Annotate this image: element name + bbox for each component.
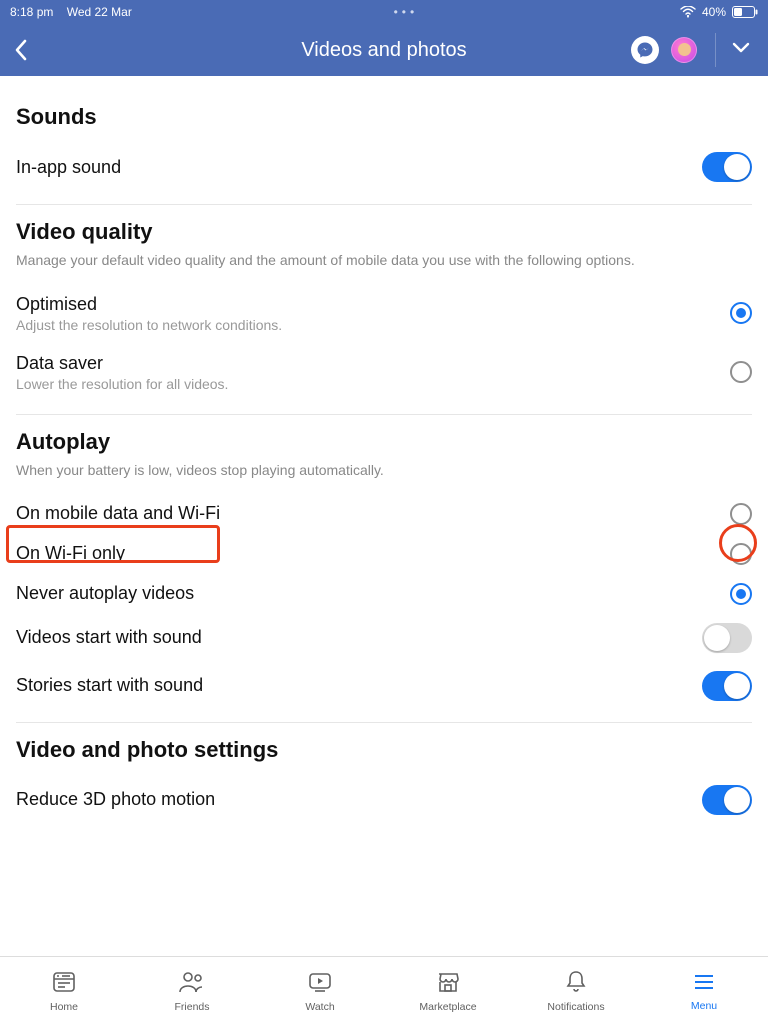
optimised-sub: Adjust the resolution to network conditi… [16,317,720,333]
section-title-video-quality: Video quality [16,219,752,245]
wifi-icon [680,6,696,18]
tab-notifications-label: Notifications [547,1001,604,1013]
autoplay-opt1-label: On mobile data and Wi-Fi [16,503,720,524]
autoplay-opt1-radio[interactable] [730,503,752,525]
stories-sound-label: Stories start with sound [16,675,692,696]
nav-divider [715,33,716,67]
section-sub-autoplay: When your battery is low, videos stop pl… [16,461,752,480]
status-time-date: 8:18 pm Wed 22 Mar [10,5,132,19]
chevron-down-icon[interactable] [728,41,754,59]
row-reduce-3d[interactable]: Reduce 3D photo motion [16,775,752,825]
tab-friends-label: Friends [174,1001,209,1013]
divider [16,414,752,415]
tab-home-label: Home [50,1001,78,1013]
tab-menu-label: Menu [691,1000,717,1012]
row-optimised[interactable]: Optimised Adjust the resolution to netwo… [16,284,752,343]
back-button[interactable] [14,35,44,66]
tab-notifications[interactable]: Notifications [512,957,640,1024]
autoplay-opt2-label: On Wi-Fi only [16,543,720,564]
tab-menu[interactable]: Menu [640,957,768,1024]
autoplay-opt3-radio[interactable] [730,583,752,605]
reduce3d-switch[interactable] [702,785,752,815]
status-time: 8:18 pm [10,5,53,19]
optimised-radio[interactable] [730,302,752,324]
status-date: Wed 22 Mar [67,5,132,19]
tab-home[interactable]: Home [0,957,128,1024]
tab-watch-label: Watch [305,1001,334,1013]
row-datasaver[interactable]: Data saver Lower the resolution for all … [16,343,752,402]
row-autoplay-wifi-only[interactable]: On Wi-Fi only [16,534,752,574]
videos-sound-switch[interactable] [702,623,752,653]
section-title-video-photo: Video and photo settings [16,737,752,763]
status-battery-pct: 40% [702,5,726,19]
status-bar: 8:18 pm Wed 22 Mar ••• 40% [0,0,768,24]
datasaver-radio[interactable] [730,361,752,383]
multitask-dots: ••• [132,5,680,19]
section-title-autoplay: Autoplay [16,429,752,455]
tab-bar: Home Friends Watch Marketplace Notificat… [0,956,768,1024]
profile-avatar[interactable] [671,37,697,63]
battery-icon [732,6,758,18]
optimised-label: Optimised [16,294,720,315]
stories-sound-switch[interactable] [702,671,752,701]
home-icon [51,969,77,998]
divider [16,204,752,205]
bell-icon [564,969,588,998]
inapp-sound-switch[interactable] [702,152,752,182]
videos-sound-label: Videos start with sound [16,627,692,648]
tab-watch[interactable]: Watch [256,957,384,1024]
inapp-sound-label: In-app sound [16,157,692,178]
marketplace-icon [435,969,461,998]
tab-marketplace-label: Marketplace [419,1001,476,1013]
messenger-button[interactable] [631,36,659,64]
datasaver-sub: Lower the resolution for all videos. [16,376,720,392]
nav-bar: Videos and photos [0,24,768,76]
section-title-sounds: Sounds [16,104,752,130]
tab-marketplace[interactable]: Marketplace [384,957,512,1024]
section-sub-video-quality: Manage your default video quality and th… [16,251,752,270]
friends-icon [178,969,206,998]
reduce3d-label: Reduce 3D photo motion [16,789,692,810]
watch-icon [307,969,333,998]
settings-content: Sounds In-app sound Video quality Manage… [0,76,768,956]
divider [16,722,752,723]
row-stories-sound[interactable]: Stories start with sound [16,662,752,710]
autoplay-opt2-radio[interactable] [730,543,752,565]
row-inapp-sound[interactable]: In-app sound [16,142,752,192]
row-autoplay-never[interactable]: Never autoplay videos [16,574,752,614]
autoplay-opt3-label: Never autoplay videos [16,583,720,604]
tab-friends[interactable]: Friends [128,957,256,1024]
datasaver-label: Data saver [16,353,720,374]
menu-icon [692,970,716,997]
row-videos-sound[interactable]: Videos start with sound [16,614,752,662]
row-autoplay-mobile-wifi[interactable]: On mobile data and Wi-Fi [16,494,752,534]
